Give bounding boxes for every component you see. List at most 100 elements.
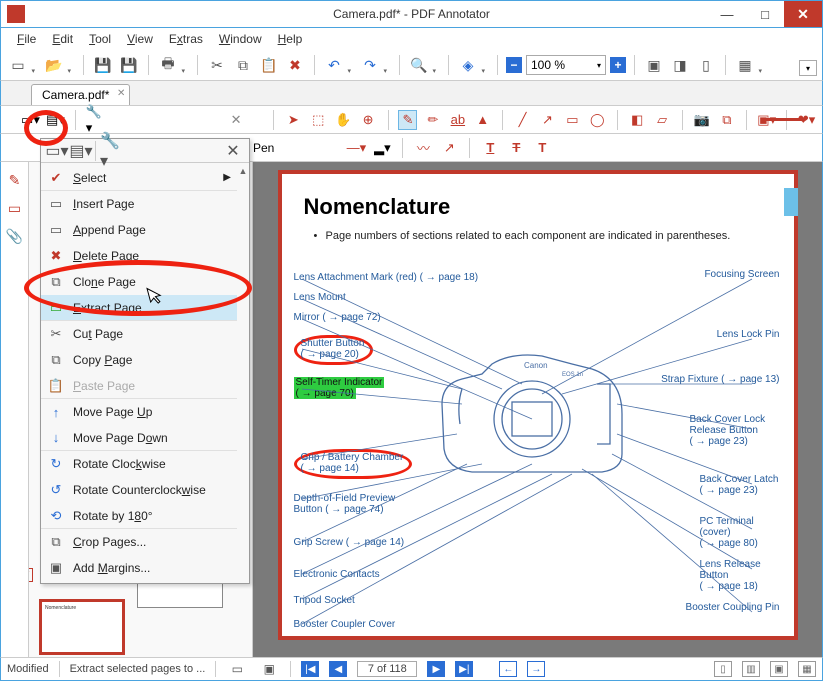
- marker-tool-icon[interactable]: ✏: [423, 110, 442, 130]
- zoom-in-button[interactable]: +: [610, 57, 626, 73]
- layout-button-2[interactable]: ◨: [669, 54, 691, 76]
- menu-item-clone[interactable]: ⧉Clone Page: [41, 269, 237, 295]
- layout-button-3[interactable]: ▯: [695, 54, 717, 76]
- prev-page-button[interactable]: ◀: [329, 661, 347, 677]
- menu-scroll-hint[interactable]: ▲: [237, 163, 249, 583]
- menu-item-rotate-180[interactable]: ⟲Rotate by 180°: [41, 503, 237, 529]
- wrench-icon[interactable]: 🔧▾: [86, 110, 105, 130]
- first-page-button[interactable]: |◀: [301, 661, 319, 677]
- status-icon-1[interactable]: ▭: [226, 658, 248, 680]
- page-number-field[interactable]: 7 of 118: [357, 661, 417, 677]
- hand-icon[interactable]: ✋: [334, 110, 353, 130]
- tab-close-icon[interactable]: ✕: [117, 88, 125, 99]
- thumbnail-selected[interactable]: Nomenclature: [39, 599, 125, 655]
- page-list-icon[interactable]: ▤▾: [46, 110, 65, 130]
- lasso-icon[interactable]: ⬚: [309, 110, 328, 130]
- document-tab[interactable]: Camera.pdf* ✕: [31, 84, 130, 105]
- save-button[interactable]: 💾: [92, 54, 114, 76]
- undo-button[interactable]: ↶: [323, 54, 345, 76]
- last-page-button[interactable]: ▶|: [455, 661, 473, 677]
- menu-item-move-up[interactable]: ↑Move Page Up: [41, 399, 237, 425]
- delete-button[interactable]: ✖: [284, 54, 306, 76]
- text-tool-icon[interactable]: ab: [448, 110, 467, 130]
- menu-item-delete[interactable]: ✖Delete Page: [41, 243, 237, 269]
- nav-fwd-button[interactable]: →: [527, 661, 545, 677]
- rail-stamp-icon[interactable]: ▭: [5, 198, 25, 218]
- new-doc-button[interactable]: ▭: [7, 54, 29, 76]
- straight-icon[interactable]: ↗: [439, 138, 459, 158]
- view-two-button[interactable]: ▣: [770, 661, 788, 677]
- menu-file[interactable]: File: [9, 30, 44, 48]
- bookmark-button[interactable]: ◈: [457, 54, 479, 76]
- print-button[interactable]: 🖶: [157, 54, 179, 76]
- menu-item-cut[interactable]: ✂Cut Page: [41, 321, 237, 347]
- crop-icon: ⧉: [47, 534, 65, 550]
- rect-tool-icon[interactable]: ▭: [563, 110, 582, 130]
- eraser-tool-icon[interactable]: ◧: [628, 110, 647, 130]
- rail-pen-icon[interactable]: ✎: [5, 170, 25, 190]
- ellipse-tool-icon[interactable]: ◯: [588, 110, 607, 130]
- whiteout-tool-icon[interactable]: ▱: [653, 110, 672, 130]
- tab-overflow-button[interactable]: ▾: [799, 60, 817, 76]
- view-cont-button[interactable]: ▥: [742, 661, 760, 677]
- menu-item-crop[interactable]: ⧉Crop Pages...: [41, 529, 237, 555]
- menu-item-rotate-ccw[interactable]: ↺Rotate Counterclockwise: [41, 477, 237, 503]
- view-grid-button[interactable]: ▦: [798, 661, 816, 677]
- menu-item-move-down[interactable]: ↓Move Page Down: [41, 425, 237, 451]
- line-tool-icon[interactable]: ╱: [513, 110, 532, 130]
- menu-extras[interactable]: Extras: [161, 30, 211, 48]
- menu-item-margins[interactable]: ▣Add Margins...: [41, 555, 237, 581]
- menu-item-copy[interactable]: ⧉Copy Page: [41, 347, 237, 373]
- menu-head-close-icon[interactable]: ✕: [223, 141, 243, 161]
- save-as-button[interactable]: 💾: [118, 54, 140, 76]
- minimize-button[interactable]: —: [708, 1, 746, 27]
- next-page-button[interactable]: ▶: [427, 661, 445, 677]
- zoom-out-button[interactable]: −: [506, 57, 522, 73]
- menu-window[interactable]: Window: [211, 30, 270, 48]
- menu-item-append[interactable]: ▭Append Page: [41, 217, 237, 243]
- close-panel-icon[interactable]: ✕: [227, 110, 246, 130]
- close-button[interactable]: ✕: [784, 1, 822, 27]
- status-icon-2[interactable]: ▣: [258, 658, 280, 680]
- copy-button[interactable]: ⧉: [232, 54, 254, 76]
- paste-button[interactable]: 📋: [258, 54, 280, 76]
- menu-head-wrench-icon[interactable]: 🔧▾: [100, 141, 120, 161]
- maximize-button[interactable]: □: [746, 1, 784, 27]
- menu-head-list-icon[interactable]: ▤▾: [71, 141, 91, 161]
- curve-icon[interactable]: 〰: [413, 138, 433, 158]
- text-squiggle-icon[interactable]: T: [532, 138, 552, 158]
- rail-clip-icon[interactable]: 📎: [5, 226, 25, 246]
- menu-item-insert[interactable]: ▭Insert Page: [41, 191, 237, 217]
- nav-back-button[interactable]: ←: [499, 661, 517, 677]
- menu-view[interactable]: View: [119, 30, 161, 48]
- text-select-icon[interactable]: ⊕: [359, 110, 378, 130]
- thumb-checkbox[interactable]: ✔: [29, 568, 33, 582]
- menu-tool[interactable]: Tool: [81, 30, 119, 48]
- pointer-icon[interactable]: ➤: [284, 110, 303, 130]
- open-button[interactable]: 📂: [43, 54, 65, 76]
- menu-help[interactable]: Help: [270, 30, 311, 48]
- snapshot-icon[interactable]: 📷: [692, 110, 711, 130]
- menu-head-page-icon[interactable]: ▭▾: [47, 141, 67, 161]
- view-mode-button[interactable]: ▦: [734, 54, 756, 76]
- text-underline-icon[interactable]: T: [480, 138, 500, 158]
- view-single-button[interactable]: ▯: [714, 661, 732, 677]
- text-strike-icon[interactable]: T: [506, 138, 526, 158]
- crop-icon[interactable]: ⧉: [717, 110, 736, 130]
- menu-item-select[interactable]: ✔Select▶: [41, 165, 237, 191]
- stamp-tool-icon[interactable]: ▲: [473, 110, 492, 130]
- cut-button[interactable]: ✂: [206, 54, 228, 76]
- menu-item-extract[interactable]: ▭Extract Page: [41, 295, 237, 321]
- menu-item-rotate-cw[interactable]: ↻Rotate Clockwise: [41, 451, 237, 477]
- layout-button-1[interactable]: ▣: [643, 54, 665, 76]
- pen-tool-icon[interactable]: ✎: [398, 110, 417, 130]
- style-width-icon[interactable]: ▂▾: [372, 138, 392, 158]
- arrow-tool-icon[interactable]: ↗: [538, 110, 557, 130]
- redo-button[interactable]: ↷: [359, 54, 381, 76]
- style-solid-icon[interactable]: —▾: [346, 138, 366, 158]
- find-button[interactable]: 🔍: [408, 54, 430, 76]
- menu-edit[interactable]: Edit: [44, 30, 81, 48]
- document-viewport[interactable]: Nomenclature Page numbers of sections re…: [253, 162, 822, 657]
- page-icon[interactable]: ▭▾: [21, 110, 40, 130]
- zoom-field[interactable]: 100 %▾: [526, 55, 606, 75]
